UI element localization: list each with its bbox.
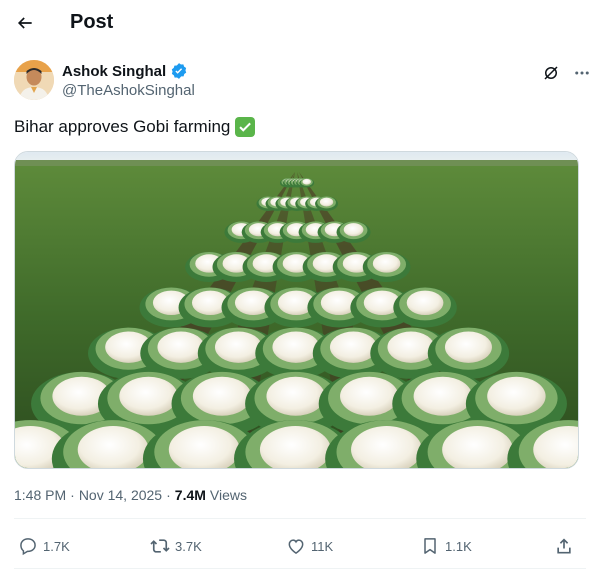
repost-button[interactable]: 3.7K (150, 530, 202, 562)
bookmark-button[interactable]: 1.1K (420, 530, 472, 562)
tweet-text: Bihar approves Gobi farming (14, 117, 256, 137)
reply-count: 1.7K (43, 538, 70, 554)
author-handle[interactable]: @TheAshokSinghal (62, 82, 195, 99)
bookmark-count: 1.1K (445, 538, 472, 554)
post-image-cauliflower-field[interactable] (14, 151, 579, 469)
author-row: Ashok Singhal @TheAshokSinghal (14, 60, 589, 102)
views-label: Views (209, 487, 247, 503)
back-button[interactable] (10, 8, 40, 38)
share-icon (557, 538, 571, 554)
name-line: Ashok Singhal (62, 62, 188, 80)
reply-button[interactable]: 1.7K (18, 530, 70, 562)
meta-separator: · (166, 487, 171, 503)
top-bar: Post (0, 0, 599, 46)
post-date[interactable]: Nov 14, 2025 (79, 487, 162, 503)
grok-icon (544, 66, 558, 80)
views-count: 7.4M (174, 487, 206, 503)
share-button[interactable] (554, 530, 574, 562)
more-dots-icon (575, 71, 589, 75)
like-count: 11K (311, 538, 334, 554)
divider (14, 518, 586, 519)
repost-icon (150, 539, 170, 553)
reply-icon (20, 538, 36, 556)
bookmark-icon (424, 538, 436, 554)
back-arrow-icon (17, 17, 32, 29)
post-time[interactable]: 1:48 PM (14, 487, 66, 503)
repost-count: 3.7K (175, 538, 202, 554)
tweet-body: Bihar approves Gobi farming (14, 117, 231, 136)
like-button[interactable]: 11K (286, 530, 333, 562)
action-bar: 1.7K 3.7K 11K 1.1K (14, 530, 586, 562)
check-icon (239, 122, 252, 132)
verified-badge-icon (171, 63, 187, 79)
divider (14, 568, 586, 569)
grok-button[interactable] (540, 62, 562, 84)
heart-icon (288, 539, 304, 554)
meta-separator: · (70, 487, 75, 503)
page-title: Post (70, 11, 114, 33)
check-mark-emoji (235, 117, 256, 137)
author-name[interactable]: Ashok Singhal (62, 63, 166, 80)
avatar[interactable] (14, 60, 54, 100)
more-options-button[interactable] (570, 62, 594, 84)
post-meta: 1:48 PM · Nov 14, 2025 · 7.4M Views (14, 487, 247, 503)
